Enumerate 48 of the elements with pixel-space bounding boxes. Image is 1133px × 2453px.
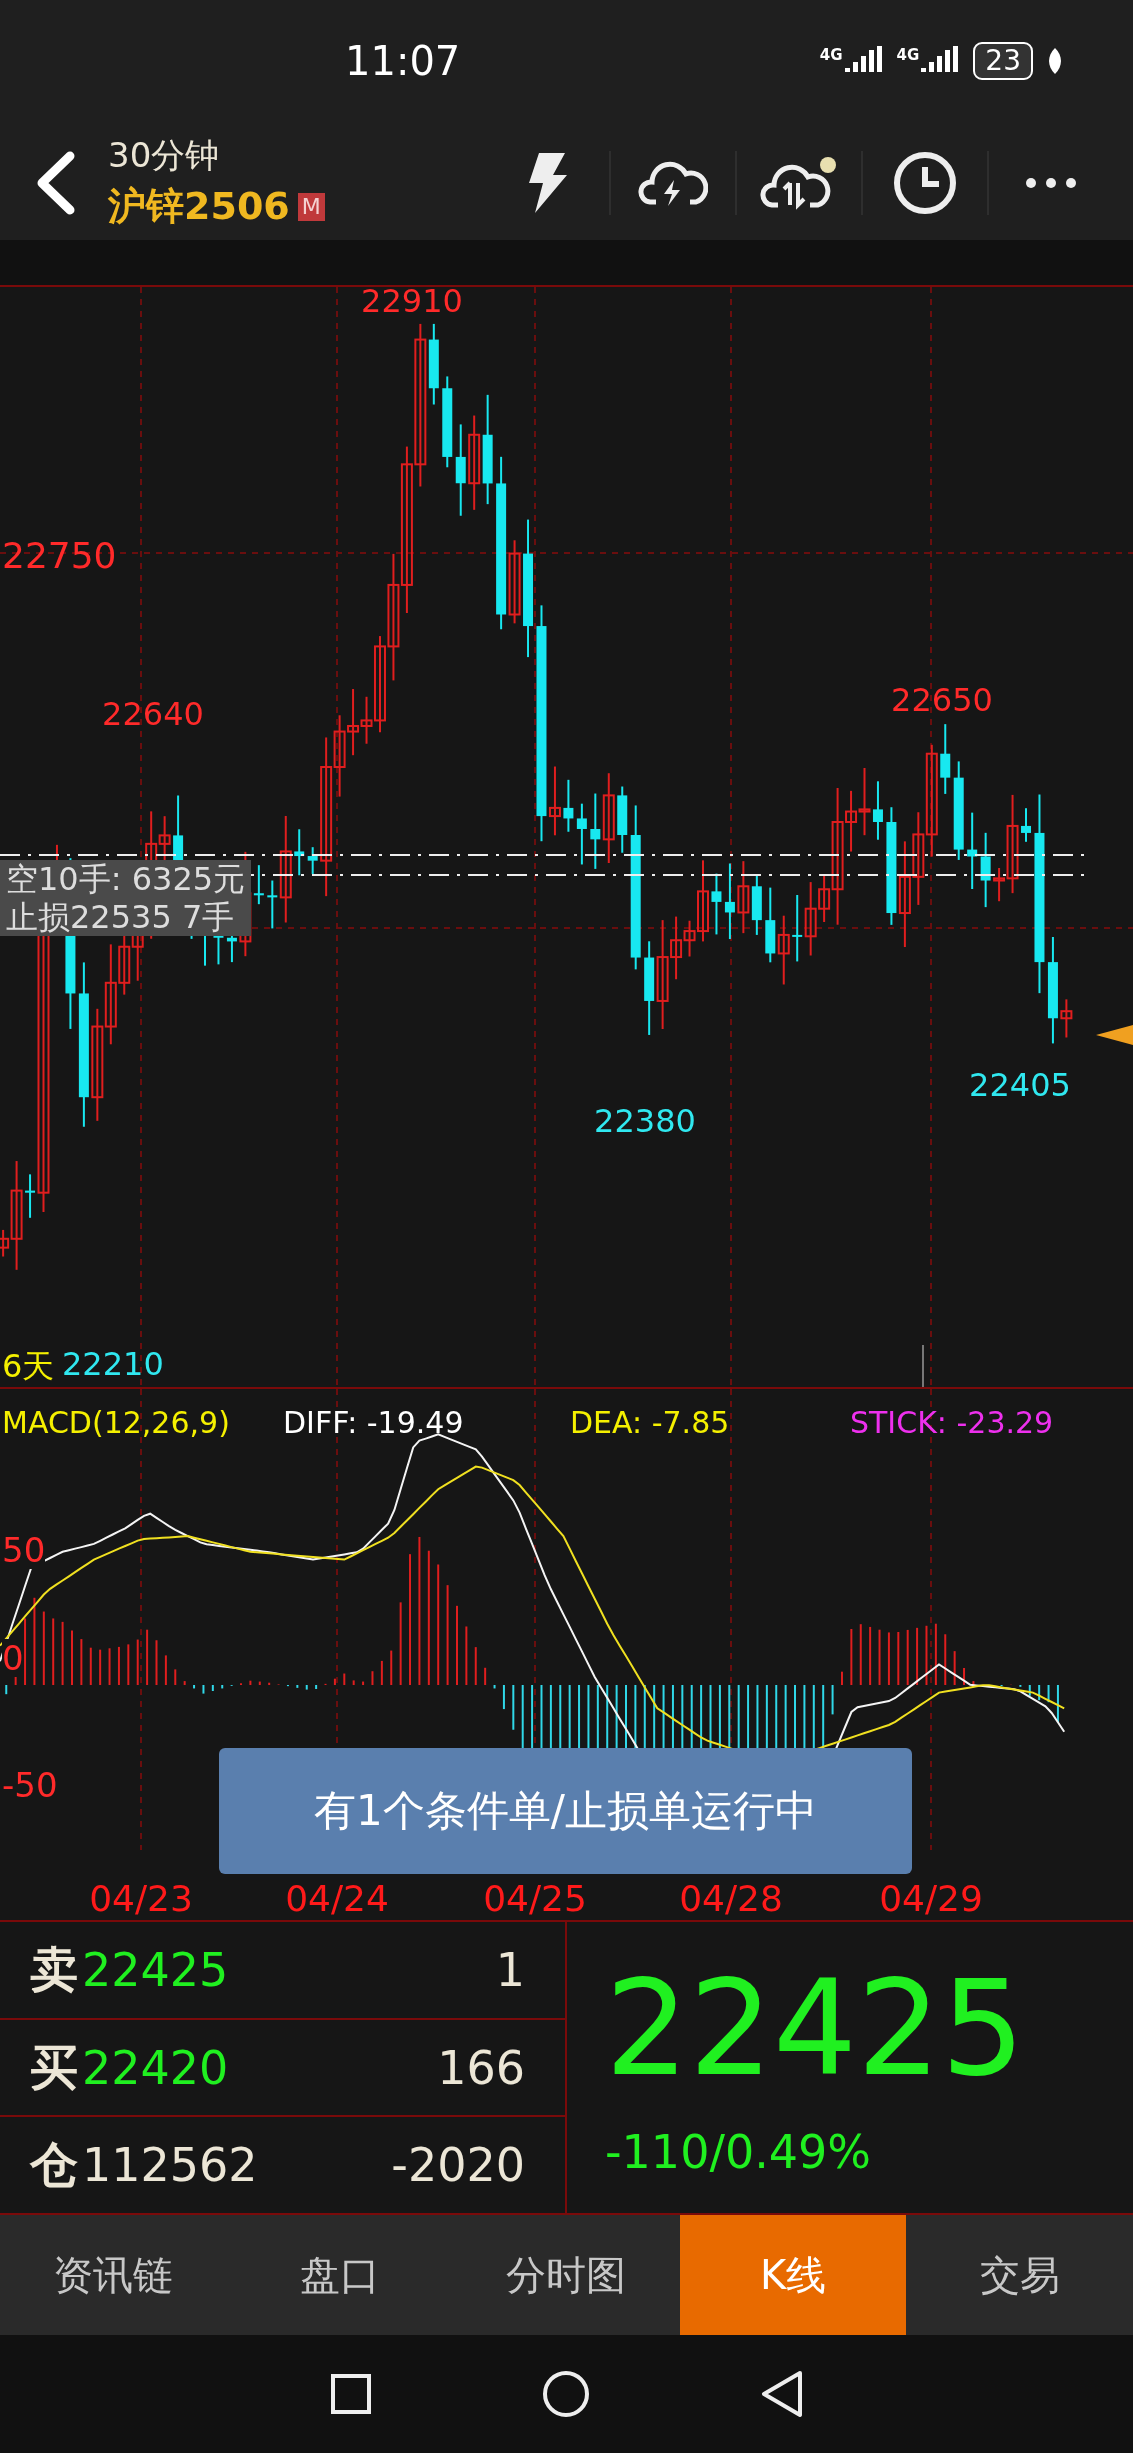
date-label: 04/23 xyxy=(89,1878,193,1919)
stop-loss-label: 止损22535 7手 xyxy=(6,898,236,936)
status-time: 11:07 xyxy=(345,38,461,84)
date-label: 04/24 xyxy=(285,1878,389,1919)
toast-message: 有1个条件单/止损单运行中 xyxy=(219,1748,912,1874)
price-high-label: 22650 xyxy=(891,681,993,719)
macd-title: MACD(12,26,9) xyxy=(2,1405,230,1440)
price-low-label: 22405 xyxy=(969,1066,1071,1104)
quote-volume: -2020 xyxy=(391,2138,525,2193)
price-change: -110/0.49% xyxy=(605,2125,873,2180)
period-label: 30分钟 xyxy=(108,134,221,177)
current-price-marker xyxy=(1096,1025,1133,1045)
circle-icon[interactable] xyxy=(541,2370,590,2418)
quote-volume: 166 xyxy=(437,2040,525,2095)
quote-price: 22420 xyxy=(82,2040,229,2095)
crosshair-tick xyxy=(922,1345,925,1387)
square-icon[interactable] xyxy=(329,2373,372,2415)
price-low-label: 22210 xyxy=(62,1345,164,1383)
quote-price: 112562 xyxy=(82,2138,258,2193)
price-high-label: 22640 xyxy=(102,695,204,733)
date-label: 04/28 xyxy=(679,1878,783,1919)
cloud-sync-icon[interactable] xyxy=(760,154,838,211)
macd-axis-label: 0 xyxy=(2,1639,24,1677)
price-low-label: 22380 xyxy=(594,1102,696,1140)
last-price: 22425 xyxy=(605,1955,1026,2102)
back-triangle-icon[interactable] xyxy=(759,2370,804,2418)
quote-volume: 1 xyxy=(495,1942,525,1997)
date-label: 04/25 xyxy=(483,1878,587,1919)
order-label: 空10手: 6325元 xyxy=(6,860,246,898)
quote-label: 仓 xyxy=(30,2135,78,2195)
more-icon[interactable] xyxy=(1025,176,1077,189)
network-label: 4G xyxy=(896,46,920,64)
quote-label: 买 xyxy=(30,2037,78,2097)
instrument-name: 沪锌2506 xyxy=(108,183,290,230)
leaf-icon xyxy=(1047,48,1063,74)
diff-value: DIFF: -19.49 xyxy=(283,1405,464,1440)
clock-icon[interactable] xyxy=(893,150,957,215)
quote-label: 卖 xyxy=(30,1939,78,1999)
period-days-label: 6天 xyxy=(2,1346,55,1387)
network-label: 4G xyxy=(819,46,843,64)
main-contract-badge: M xyxy=(297,192,325,221)
price-axis-label: 22750 xyxy=(2,535,117,576)
dea-value: DEA: -7.85 xyxy=(570,1405,730,1440)
quote-price: 22425 xyxy=(82,1942,229,1997)
stick-value: STICK: -23.29 xyxy=(850,1405,1054,1440)
price-high-label: 22910 xyxy=(361,287,463,320)
battery-indicator: 23 xyxy=(973,42,1033,80)
date-label: 04/29 xyxy=(879,1878,983,1919)
